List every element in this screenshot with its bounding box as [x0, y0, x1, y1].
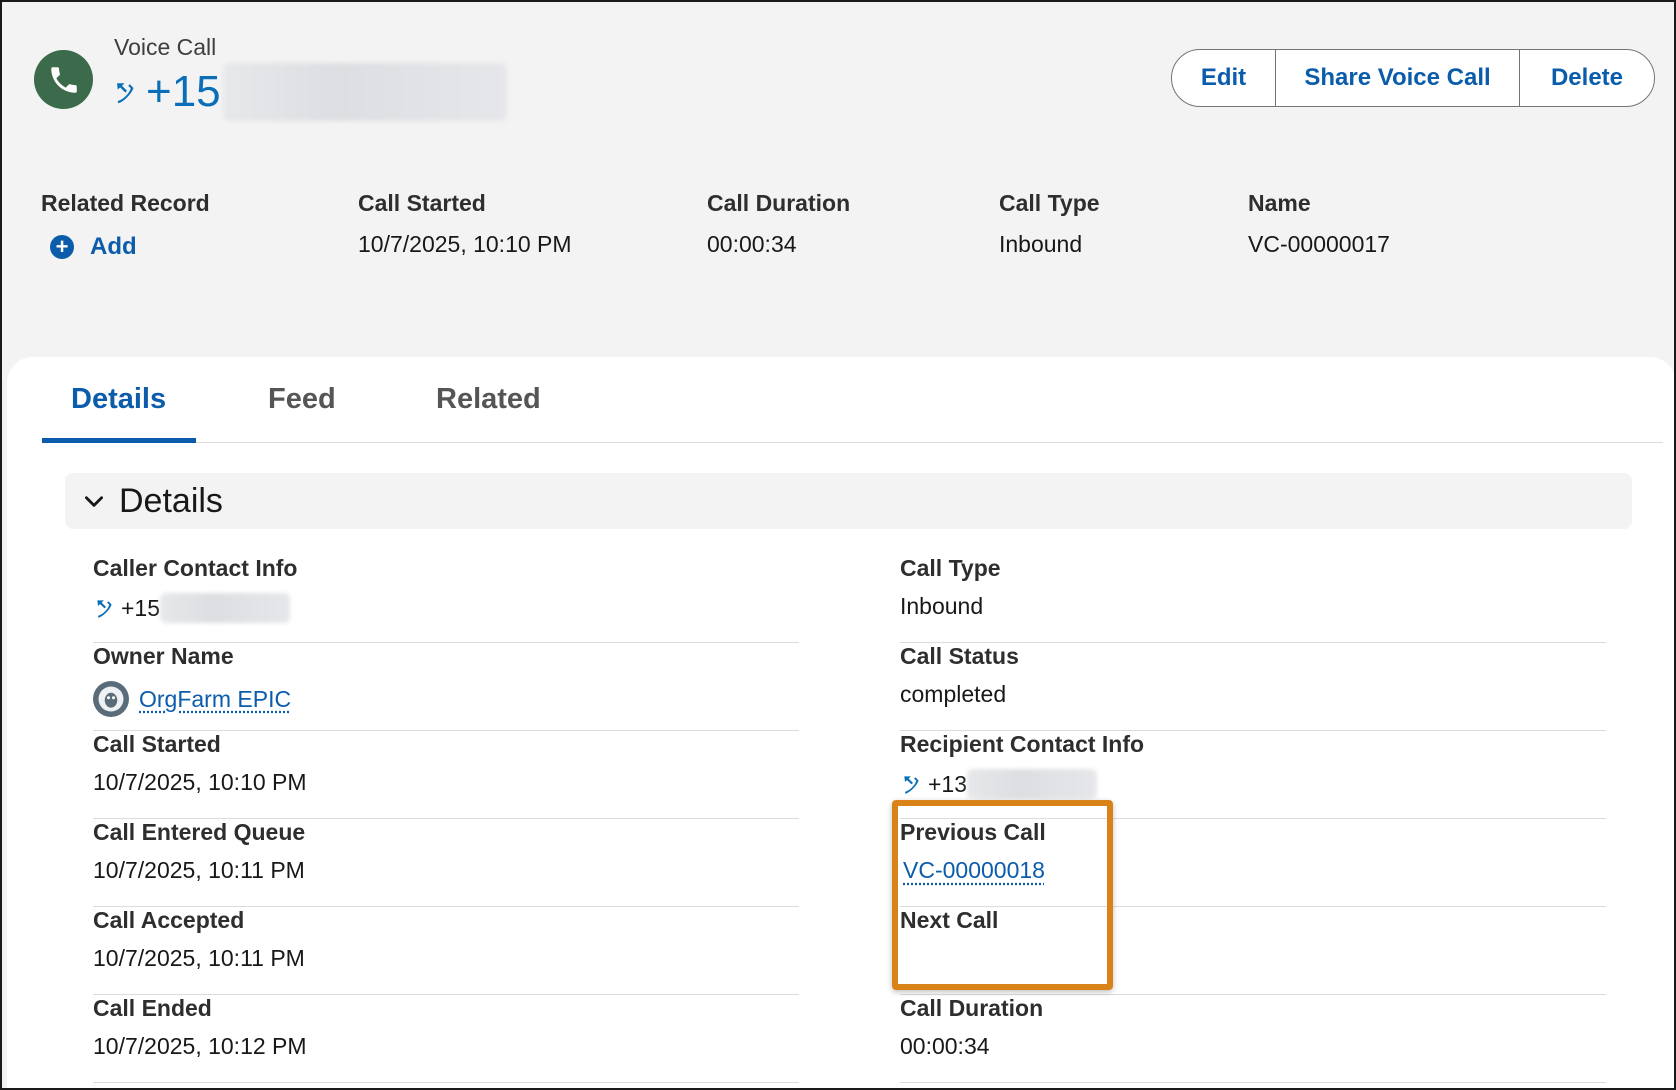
phone-forward-icon [117, 83, 134, 104]
field-call-ended: Call Ended 10/7/2025, 10:12 PM [93, 995, 799, 1083]
record-title-number: +15 [146, 67, 221, 116]
field-value: 00:00:34 [900, 1033, 990, 1059]
record-body: Details Feed Related Details Caller Cont… [7, 357, 1676, 1090]
add-label: Add [90, 233, 137, 260]
phone-number-prefix: +13 [928, 770, 968, 797]
previous-call-link[interactable]: VC-00000018 [903, 857, 1045, 884]
record-title: +15 [112, 63, 507, 121]
field-label: Call Entered Queue [93, 819, 306, 845]
recipient-phone-link[interactable]: +13 [900, 769, 1098, 799]
highlight-label: Call Started [358, 190, 486, 216]
highlight-value: Inbound [999, 231, 1083, 257]
field-next-call: Next Call [900, 907, 1606, 995]
field-label: Call Ended [93, 995, 212, 1021]
caller-phone-link[interactable]: +15 [93, 593, 291, 623]
details-section-toggle[interactable]: Details [65, 473, 1632, 529]
highlight-call-started: Call Started 10/7/2025, 10:10 PM [358, 190, 572, 258]
field-call-started: Call Started 10/7/2025, 10:10 PM [93, 731, 799, 819]
field-value: 10/7/2025, 10:11 PM [93, 857, 305, 883]
field-label: Call Status [900, 643, 1019, 669]
highlight-label: Call Duration [707, 190, 851, 216]
avatar [93, 681, 129, 717]
field-value: 10/7/2025, 10:12 PM [93, 1033, 307, 1059]
share-voice-call-button[interactable]: Share Voice Call [1276, 50, 1520, 106]
field-label: Call Accepted [93, 907, 245, 933]
field-owner-name: Owner Name OrgFarm EPIC [93, 643, 799, 731]
add-related-record-link[interactable]: + Add [50, 233, 210, 261]
phone-number-prefix: +15 [121, 594, 161, 621]
field-label: Caller Contact Info [93, 555, 298, 581]
field-caller-contact-info: Caller Contact Info +15 [93, 555, 799, 643]
field-value: 10/7/2025, 10:10 PM [93, 769, 307, 795]
field-call-duration: Call Duration 00:00:34 [900, 995, 1606, 1083]
field-value: Inbound [900, 593, 984, 619]
field-label: Next Call [900, 907, 999, 933]
add-icon: + [50, 235, 74, 259]
highlight-value: VC-00000017 [1248, 231, 1390, 257]
tab-related[interactable]: Related [436, 383, 541, 416]
highlight-label: Related Record [41, 190, 210, 216]
field-value: 10/7/2025, 10:11 PM [93, 945, 305, 971]
field-call-entered-queue: Call Entered Queue 10/7/2025, 10:11 PM [93, 819, 799, 907]
field-label: Call Duration [900, 995, 1044, 1021]
field-previous-call: Previous Call VC-00000018 [900, 819, 1606, 907]
field-label: Previous Call [900, 819, 1046, 845]
section-title: Details [119, 481, 223, 520]
redacted-number [967, 769, 1098, 799]
highlight-label: Name [1248, 190, 1311, 216]
field-call-type: Call Type Inbound [900, 555, 1606, 643]
phone-forward-icon [904, 776, 919, 794]
field-label: Call Type [900, 555, 1001, 581]
field-label: Owner Name [93, 643, 234, 669]
owner-value: OrgFarm EPIC [93, 681, 291, 717]
record-header: Voice Call +15 Edit Share Voice Call Del… [0, 0, 1676, 360]
field-label: Call Started [93, 731, 221, 757]
field-call-status: Call Status completed [900, 643, 1606, 731]
field-value: completed [900, 681, 1007, 707]
redacted-number [222, 63, 507, 121]
highlight-name: Name VC-00000017 [1248, 190, 1390, 258]
tab-details[interactable]: Details [71, 383, 166, 416]
field-call-accepted: Call Accepted 10/7/2025, 10:11 PM [93, 907, 799, 995]
tab-feed[interactable]: Feed [268, 383, 336, 416]
highlight-label: Call Type [999, 190, 1100, 216]
record-actions: Edit Share Voice Call Delete [1171, 49, 1655, 107]
field-value: VC-00000018 [903, 857, 1045, 884]
highlight-related-record: Related Record + Add [41, 190, 210, 261]
chevron-down-icon [85, 496, 103, 507]
object-label: Voice Call [114, 34, 217, 60]
phone-forward-icon [97, 600, 112, 618]
field-recipient-contact-info: Recipient Contact Info +13 [900, 731, 1606, 819]
highlight-value: 10/7/2025, 10:10 PM [358, 231, 572, 257]
owner-name-link[interactable]: OrgFarm EPIC [139, 686, 291, 713]
voice-call-icon [34, 50, 93, 109]
highlight-value: 00:00:34 [707, 231, 797, 257]
edit-button[interactable]: Edit [1172, 50, 1276, 106]
highlight-call-duration: Call Duration 00:00:34 [707, 190, 850, 258]
redacted-number [160, 593, 291, 623]
field-label: Recipient Contact Info [900, 731, 1145, 757]
tab-bar: Details Feed Related [42, 357, 1663, 443]
highlight-call-type: Call Type Inbound [999, 190, 1100, 258]
active-tab-indicator [42, 438, 196, 443]
delete-button[interactable]: Delete [1520, 50, 1654, 106]
